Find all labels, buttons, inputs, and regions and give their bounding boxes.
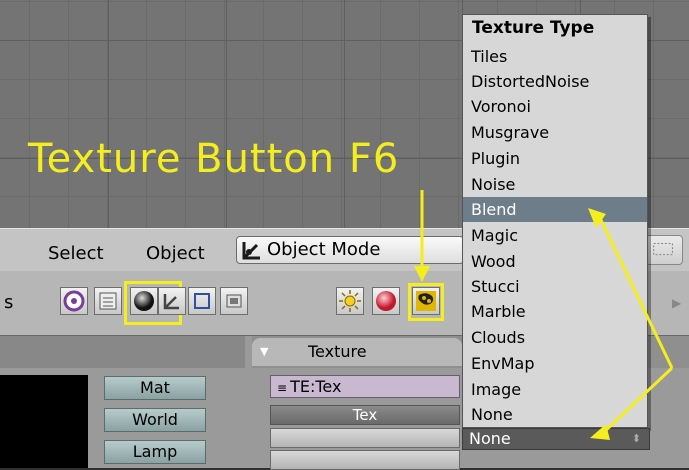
annotation-arrows: [414, 190, 674, 440]
